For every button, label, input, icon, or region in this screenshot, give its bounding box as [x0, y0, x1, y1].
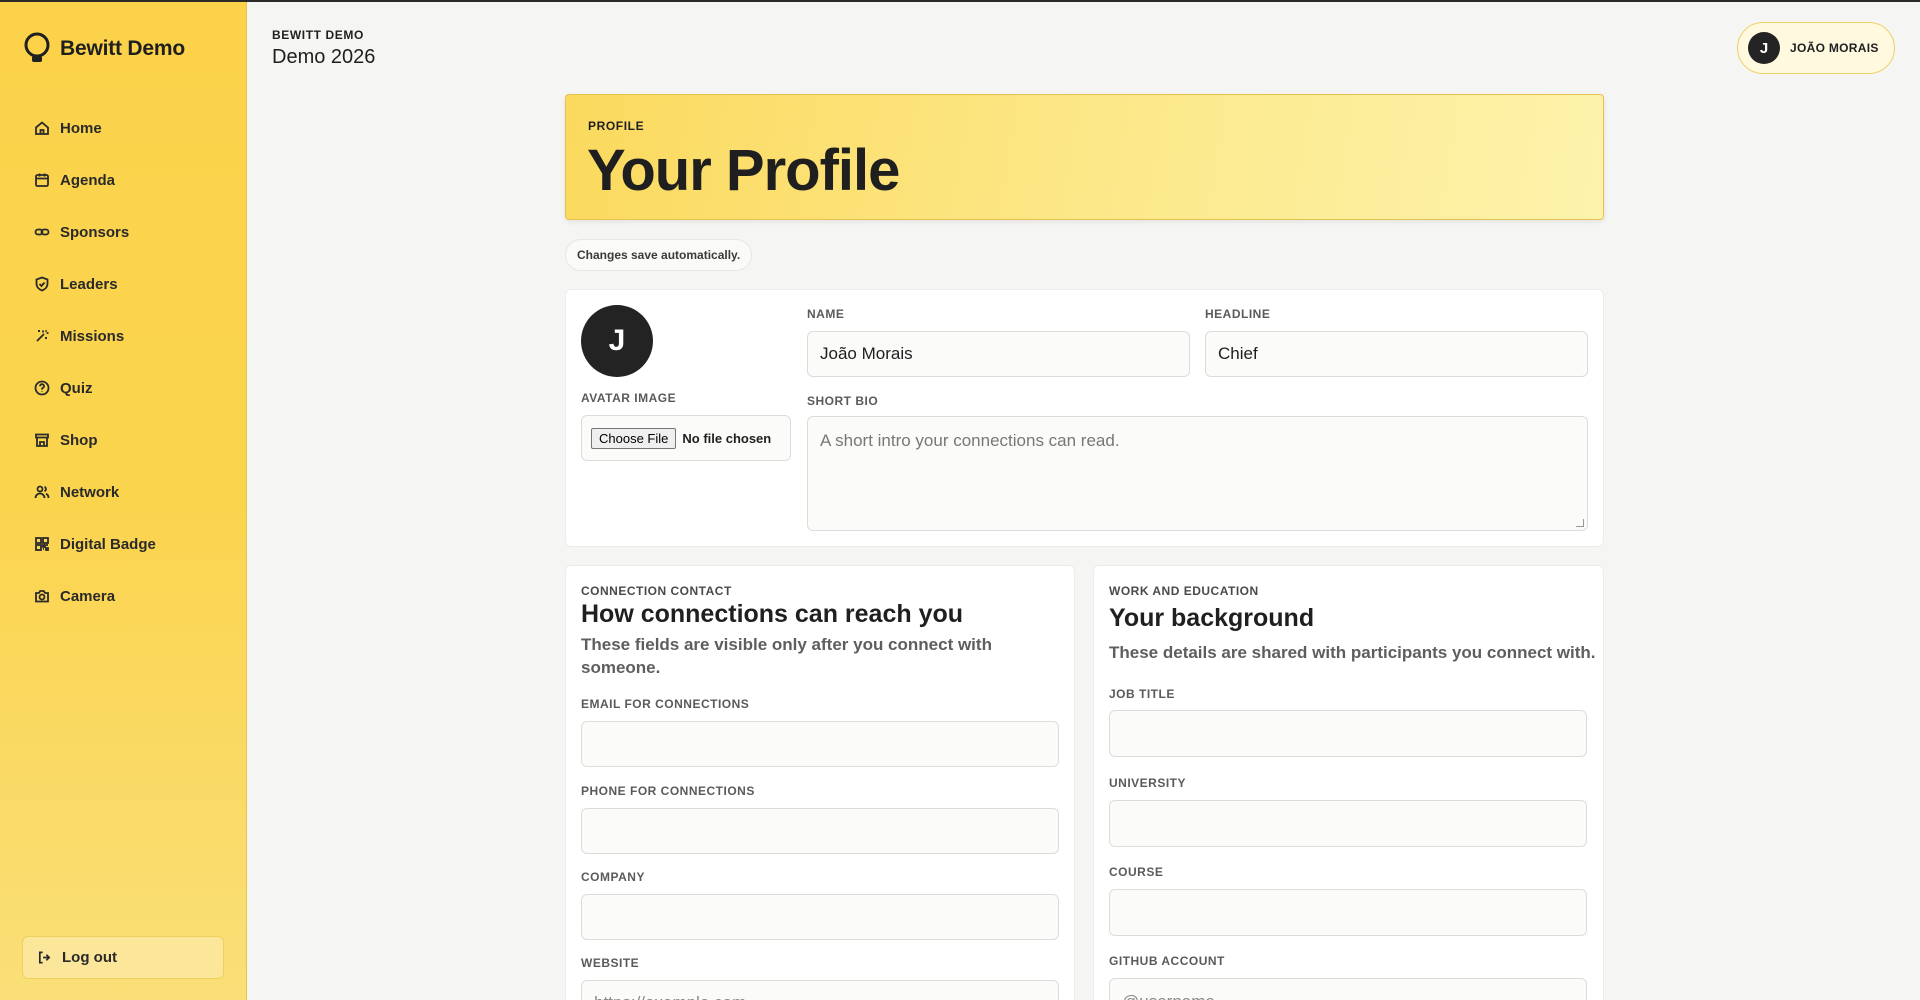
- hero-kicker: PROFILE: [588, 119, 645, 133]
- job-title-label: JOB TITLE: [1109, 687, 1175, 701]
- name-label: NAME: [807, 307, 845, 321]
- sidebar-item-network[interactable]: Network: [24, 466, 224, 518]
- autosave-notice: Changes save automatically.: [565, 239, 753, 271]
- logout-icon: [38, 951, 51, 964]
- sidebar: Bewitt Demo Home Agenda Sponsors Leaders…: [0, 2, 247, 1000]
- github-label: GITHUB ACCOUNT: [1109, 954, 1225, 968]
- name-input[interactable]: [807, 331, 1190, 377]
- profile-avatar: J: [581, 305, 653, 377]
- sidebar-item-label: Network: [60, 483, 120, 501]
- company-label: COMPANY: [581, 870, 645, 884]
- company-field[interactable]: [581, 894, 1059, 940]
- sidebar-item-sponsors[interactable]: Sponsors: [24, 206, 224, 258]
- event-title: Demo 2026: [272, 46, 376, 68]
- home-icon: [35, 121, 49, 135]
- help-circle-icon: [34, 380, 50, 396]
- sidebar-item-quiz[interactable]: Quiz: [24, 362, 224, 414]
- event-kicker: BEWITT DEMO: [272, 28, 364, 42]
- sidebar-item-label: Agenda: [60, 171, 116, 189]
- sidebar-item-label: Home: [60, 119, 102, 137]
- calendar-icon: [35, 173, 49, 187]
- shield-icon: [35, 276, 49, 292]
- website-label: WEBSITE: [581, 956, 640, 970]
- logout-label: Log out: [62, 949, 117, 966]
- email-label: EMAIL FOR CONNECTIONS: [581, 697, 750, 711]
- sparkle-icon: [36, 329, 49, 342]
- short-bio-placeholder: A short intro your connections can read.: [820, 431, 1120, 450]
- github-field[interactable]: [1109, 978, 1587, 1000]
- sidebar-item-camera[interactable]: Camera: [24, 570, 224, 622]
- choose-file-button[interactable]: Choose File: [591, 427, 677, 449]
- website-field[interactable]: [581, 980, 1059, 1000]
- headline-input[interactable]: [1205, 331, 1588, 377]
- contact-title: How connections can reach you: [581, 600, 964, 628]
- course-label: COURSE: [1109, 865, 1164, 879]
- avatar-image-label: AVATAR IMAGE: [581, 391, 677, 405]
- headline-label: HEADLINE: [1205, 307, 1271, 321]
- store-icon: [35, 433, 49, 447]
- background-description: These details are shared with participan…: [1109, 643, 1596, 662]
- job-title-field[interactable]: [1109, 710, 1587, 757]
- avatar-file-input[interactable]: Choose File No file chosen: [581, 415, 791, 461]
- phone-field[interactable]: [581, 808, 1059, 854]
- avatar: J: [1748, 32, 1780, 64]
- sidebar-nav: Home Agenda Sponsors Leaders Missions Qu…: [24, 102, 224, 622]
- university-field[interactable]: [1109, 800, 1587, 847]
- course-field[interactable]: [1109, 889, 1587, 936]
- sidebar-item-missions[interactable]: Missions: [24, 310, 224, 362]
- sidebar-item-label: Shop: [60, 431, 98, 449]
- brand[interactable]: Bewitt Demo: [22, 32, 185, 66]
- email-field[interactable]: [581, 721, 1059, 767]
- users-icon: [34, 485, 50, 499]
- sidebar-item-home[interactable]: Home: [24, 102, 224, 154]
- short-bio-label: SHORT BIO: [807, 394, 879, 408]
- profile-card: J AVATAR IMAGE Choose File No file chose…: [565, 289, 1604, 547]
- sidebar-item-label: Leaders: [60, 275, 118, 293]
- phone-label: PHONE FOR CONNECTIONS: [581, 784, 755, 798]
- link-icon: [34, 228, 50, 236]
- brand-name: Bewitt Demo: [60, 37, 185, 60]
- university-label: UNIVERSITY: [1109, 776, 1187, 790]
- user-name: JOÃO MORAIS: [1790, 41, 1879, 55]
- user-menu-button[interactable]: J JOÃO MORAIS: [1737, 22, 1895, 74]
- contact-description: These fields are visible only after you …: [581, 635, 992, 677]
- sidebar-item-digital-badge[interactable]: Digital Badge: [24, 518, 224, 570]
- short-bio-textarea[interactable]: A short intro your connections can read.: [807, 416, 1588, 531]
- lightbulb-icon: [24, 32, 50, 62]
- sidebar-item-shop[interactable]: Shop: [24, 414, 224, 466]
- connection-contact-card: CONNECTION CONTACT How connections can r…: [565, 565, 1075, 1000]
- work-education-card: WORK AND EDUCATION Your background These…: [1093, 565, 1604, 1000]
- contact-kicker: CONNECTION CONTACT: [581, 584, 732, 598]
- sidebar-item-label: Quiz: [60, 379, 93, 397]
- camera-icon: [35, 590, 49, 603]
- sidebar-item-label: Digital Badge: [60, 535, 156, 553]
- page-title: Your Profile: [587, 138, 900, 203]
- sidebar-item-label: Camera: [60, 587, 116, 605]
- file-status: No file chosen: [682, 430, 772, 446]
- resize-handle[interactable]: [1576, 519, 1584, 527]
- background-kicker: WORK AND EDUCATION: [1109, 584, 1259, 598]
- sidebar-item-label: Sponsors: [60, 223, 130, 241]
- sidebar-item-leaders[interactable]: Leaders: [24, 258, 224, 310]
- sidebar-item-label: Missions: [60, 327, 125, 345]
- sidebar-item-agenda[interactable]: Agenda: [24, 154, 224, 206]
- qr-icon: [35, 537, 49, 551]
- logout-button[interactable]: Log out: [22, 936, 224, 979]
- profile-hero: PROFILE Your Profile: [565, 94, 1604, 220]
- background-title: Your background: [1109, 604, 1315, 632]
